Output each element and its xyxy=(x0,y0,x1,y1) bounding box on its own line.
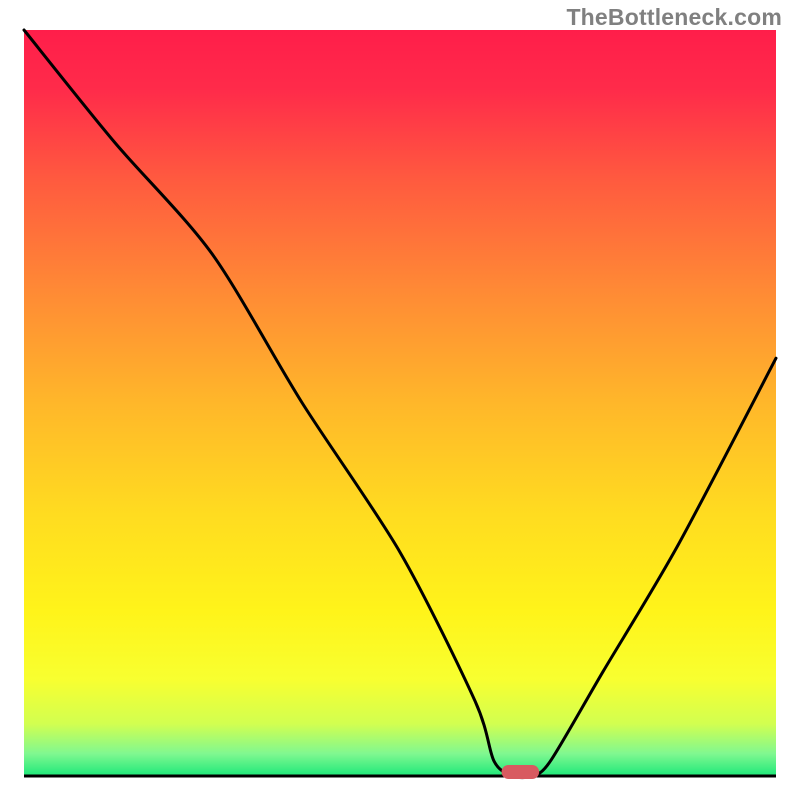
chart-svg xyxy=(0,0,800,800)
bottleneck-chart: TheBottleneck.com xyxy=(0,0,800,800)
optimal-zone-marker xyxy=(502,765,540,779)
chart-background xyxy=(24,30,776,776)
attribution-label: TheBottleneck.com xyxy=(566,4,782,31)
